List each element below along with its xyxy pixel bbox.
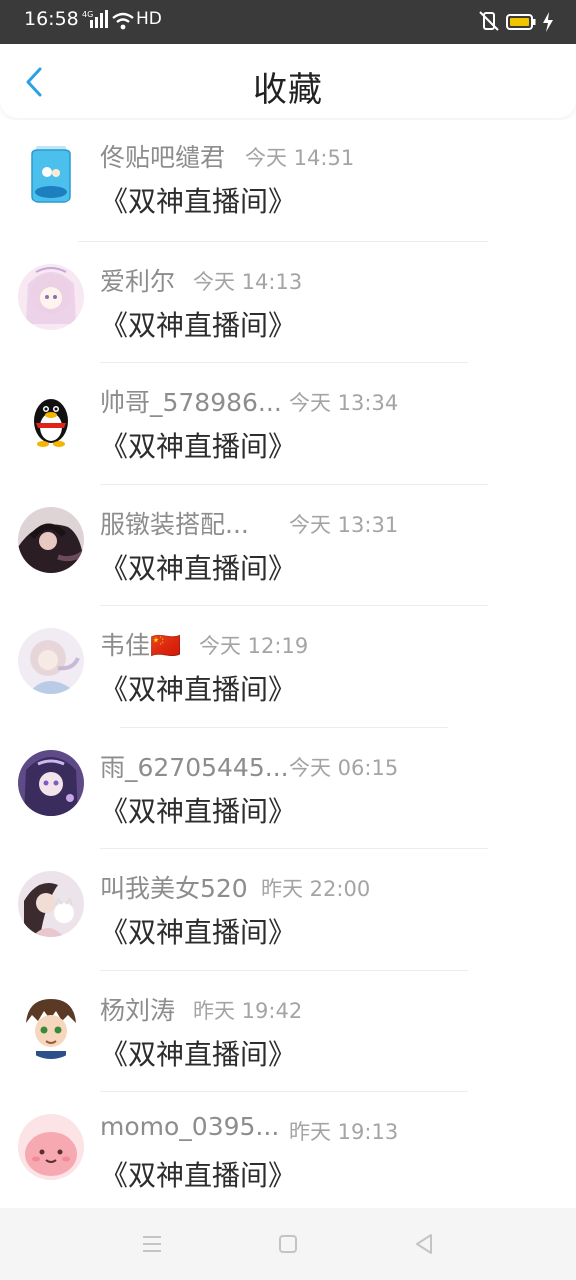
message-text: 《双神直播间》 (100, 794, 297, 828)
timestamp: 今天 14:51 (245, 146, 355, 170)
message-text: 《双神直播间》 (100, 673, 297, 706)
penguin-avatar[interactable] (18, 385, 84, 451)
username: 佟贴吧缱君 (100, 143, 226, 172)
timestamp: 今天 06:15 (289, 755, 399, 780)
message-text: 《双神直播间》 (100, 916, 297, 949)
girl-hair-avatar[interactable] (18, 506, 84, 573)
timestamp: 今天 13:31 (289, 512, 399, 537)
list-item[interactable]: 杨刘涛 昨天 19:42 《双神直播间》 (0, 971, 576, 1092)
list-item[interactable]: 帅哥_578986... 今天 13:34 《双神直播间》 (0, 363, 576, 485)
username: momo_0395... (100, 1112, 280, 1141)
username: 帅哥_578986... (100, 388, 282, 417)
message-text: 《双神直播间》 (100, 430, 297, 463)
system-nav-bar (0, 1208, 576, 1280)
list-item[interactable]: momo_0395... 昨天 19:13 《双神直播间》 (0, 1092, 576, 1208)
status-bar: 16:58 4G HD (0, 0, 576, 44)
menu-icon (143, 1236, 161, 1252)
wifi-icon (112, 12, 134, 30)
charging-icon (543, 12, 553, 32)
timestamp: 今天 13:34 (289, 391, 399, 415)
girl-cat-avatar[interactable] (18, 871, 84, 937)
message-text: 《双神直播间》 (100, 185, 297, 218)
back-nav-button[interactable] (410, 1230, 438, 1258)
light-girl-avatar[interactable] (18, 628, 84, 694)
mute-vibrate-icon (479, 11, 499, 31)
timestamp: 昨天 19:42 (193, 998, 303, 1023)
status-time: 16:58 (24, 8, 79, 30)
message-text: 《双神直播间》 (100, 308, 297, 342)
home-icon (279, 1235, 297, 1253)
message-text: 《双神直播间》 (100, 551, 297, 585)
page-title: 收藏 (253, 70, 323, 110)
battery-icon (506, 14, 536, 30)
list-item[interactable]: 佟贴吧缱君 今天 14:51 《双神直播间》 (0, 120, 576, 242)
list-item[interactable]: 爱利尔 今天 14:13 《双神直播间》 (0, 242, 576, 363)
anime-girl-avatar[interactable] (18, 263, 84, 330)
anime-boy-avatar[interactable] (18, 992, 84, 1059)
menu-button[interactable] (138, 1230, 166, 1258)
username: 杨刘涛 (100, 995, 176, 1025)
username: 韦佳🇨🇳 (100, 631, 182, 660)
hd-label: HD (136, 9, 162, 29)
home-button[interactable] (274, 1230, 302, 1258)
list-item[interactable]: 服镦装搭配... 今天 13:31 《双神直播间》 (0, 485, 576, 606)
favorites-list: 佟贴吧缱君 今天 14:51 《双神直播间》 爱利尔 今天 14:13 《双神直… (0, 120, 576, 1208)
timestamp: 昨天 19:13 (289, 1120, 399, 1144)
username: 爱利尔 (100, 266, 176, 296)
signal-icon (90, 10, 108, 28)
list-item[interactable]: 韦佳🇨🇳 今天 12:19 《双神直播间》 (0, 606, 576, 728)
timestamp: 今天 12:19 (199, 634, 309, 658)
username: 叫我美女520 (100, 874, 248, 903)
jar-avatar[interactable] (18, 140, 84, 206)
message-text: 《双神直播间》 (100, 1159, 297, 1192)
back-triangle-icon (416, 1234, 432, 1254)
purple-anime-avatar[interactable] (18, 749, 84, 816)
list-item[interactable]: 叫我美女520 昨天 22:00 《双神直播间》 (0, 849, 576, 971)
timestamp: 昨天 22:00 (261, 877, 371, 901)
timestamp: 今天 14:13 (193, 269, 303, 294)
list-item[interactable]: 雨_62705445... 今天 06:15 《双神直播间》 (0, 728, 576, 849)
username: 服镦装搭配... (100, 509, 249, 539)
pink-creature-avatar[interactable] (18, 1114, 84, 1180)
username: 雨_62705445... (100, 752, 289, 782)
message-text: 《双神直播间》 (100, 1037, 297, 1071)
title-bar: 收藏 (0, 44, 576, 118)
